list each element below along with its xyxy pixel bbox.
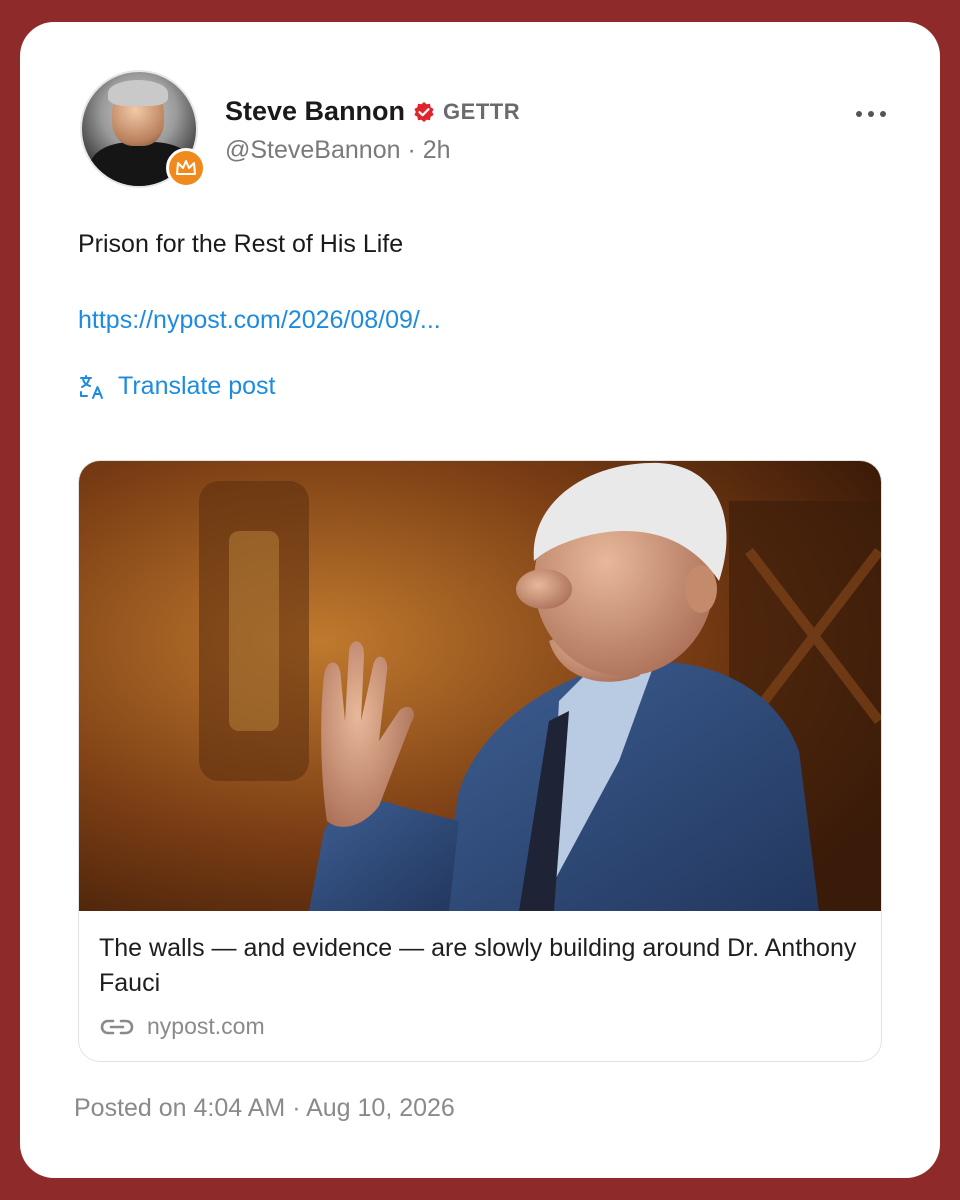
- verified-badge-icon: [413, 101, 435, 123]
- preview-title: The walls — and evidence — are slowly bu…: [99, 934, 857, 997]
- author-row: Steve Bannon GETTR: [225, 96, 520, 127]
- link-icon: [100, 1019, 134, 1034]
- preview-source: nypost.com: [99, 1013, 265, 1040]
- translate-button[interactable]: Translate post: [78, 372, 275, 401]
- preview-image: [79, 461, 881, 911]
- post-card: Steve Bannon GETTR @SteveBannon · 2h Pri…: [20, 22, 940, 1178]
- author-name[interactable]: Steve Bannon: [225, 96, 405, 127]
- more-options-icon[interactable]: [856, 106, 886, 122]
- post-link[interactable]: https://nypost.com/2026/08/09/...: [78, 306, 441, 335]
- platform-label: GETTR: [443, 98, 521, 124]
- link-preview-card[interactable]: The walls — and evidence — are slowly bu…: [78, 460, 882, 1062]
- crown-icon: [166, 148, 206, 188]
- author-handle-time[interactable]: @SteveBannon · 2h: [225, 136, 451, 165]
- posted-timestamp: Posted on 4:04 AM · Aug 10, 2026: [74, 1094, 455, 1122]
- translate-icon: [80, 374, 103, 399]
- translate-label: Translate post: [118, 372, 276, 400]
- post-text: Prison for the Rest of His Life: [78, 230, 404, 258]
- preview-source-label: nypost.com: [147, 1013, 265, 1039]
